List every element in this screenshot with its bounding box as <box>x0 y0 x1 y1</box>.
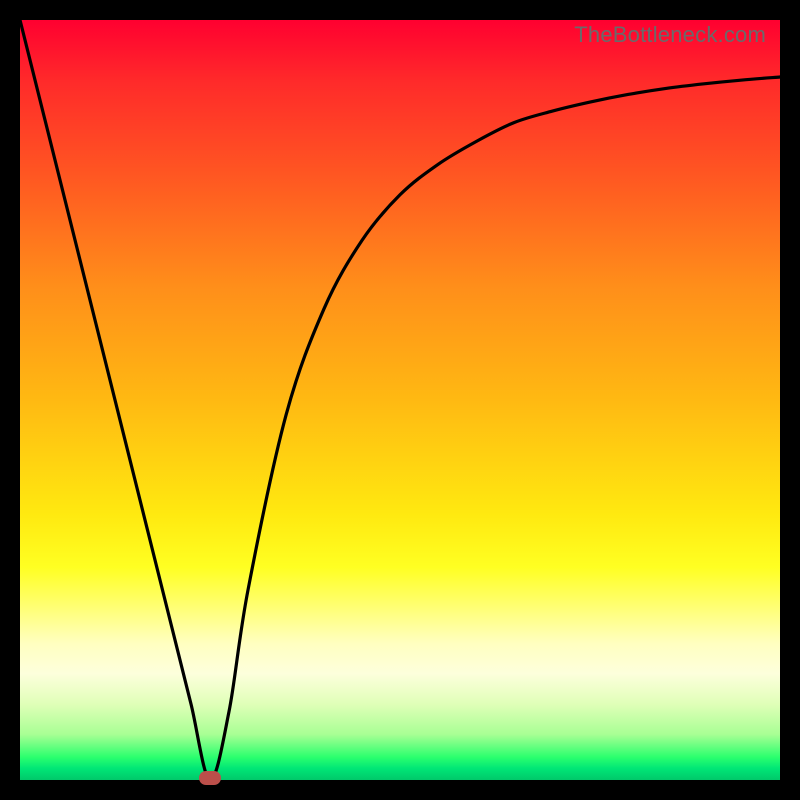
bottleneck-curve <box>20 20 780 780</box>
plot-frame: TheBottleneck.com <box>20 20 780 780</box>
curve-path <box>20 20 780 780</box>
min-marker-dot <box>199 771 221 785</box>
